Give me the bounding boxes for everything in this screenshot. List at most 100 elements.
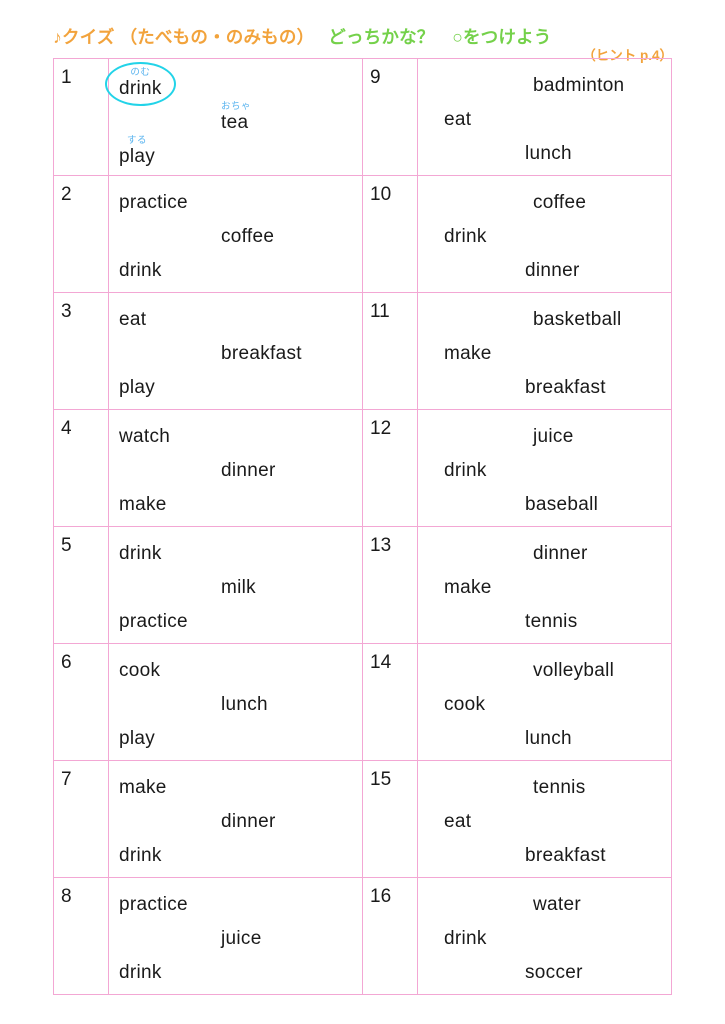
question-number: 7	[61, 769, 72, 790]
word-option[interactable]: water	[533, 895, 581, 915]
option-group: badminton eat lunch	[418, 59, 671, 175]
title-sub-text: どっちかな？ ○をつけよう	[328, 27, 552, 47]
question-number-cell: 6	[53, 643, 109, 761]
question-options-cell: basketball make breakfast	[417, 292, 672, 410]
word-option[interactable]: soccer	[525, 963, 583, 983]
question-number: 4	[61, 418, 72, 439]
word-option[interactable]: dinner	[525, 261, 580, 281]
word-option[interactable]: volleyball	[533, 661, 614, 681]
question-number-cell: 4	[53, 409, 109, 527]
word-option[interactable]: coffee	[533, 193, 586, 213]
word-option[interactable]: のむ drink	[119, 68, 162, 98]
word-option[interactable]: eat	[444, 812, 471, 832]
word-option[interactable]: juice	[533, 427, 574, 447]
word-option[interactable]: drink	[444, 227, 487, 247]
word-option[interactable]: coffee	[221, 227, 274, 247]
word-text: eat	[119, 309, 147, 330]
worksheet-header: ♪クイズ （たべもの・のみもの） どっちかな？ ○をつけよう （ヒント p.4）	[53, 24, 673, 63]
word-text: play	[119, 145, 156, 167]
question-number-cell: 11	[362, 292, 418, 410]
word-text: basketball	[533, 309, 622, 330]
word-text: breakfast	[525, 845, 606, 866]
word-option[interactable]: drink	[119, 963, 162, 983]
question-number-cell: 16	[362, 877, 418, 995]
word-option[interactable]: drink	[444, 929, 487, 949]
word-option[interactable]: make	[119, 778, 167, 798]
option-group: practice coffee drink	[109, 176, 362, 292]
question-options-cell: cook lunch play	[108, 643, 363, 761]
word-option[interactable]: する play	[119, 136, 155, 166]
word-text: tea	[221, 111, 249, 133]
word-option[interactable]: baseball	[525, 495, 598, 515]
word-option[interactable]: dinner	[221, 461, 276, 481]
question-number: 15	[370, 769, 392, 790]
question-number: 1	[61, 67, 72, 88]
word-text: dinner	[221, 811, 276, 832]
question-number: 14	[370, 652, 392, 673]
word-option[interactable]: drink	[119, 544, 162, 564]
word-option[interactable]: cook	[444, 695, 485, 715]
question-options-cell: eat breakfast play	[108, 292, 363, 410]
word-option[interactable]: drink	[119, 846, 162, 866]
word-option[interactable]: dinner	[221, 812, 276, 832]
word-option[interactable]: lunch	[525, 729, 572, 749]
word-option[interactable]: lunch	[525, 144, 572, 164]
word-option[interactable]: drink	[119, 261, 162, 281]
question-number: 8	[61, 886, 72, 907]
word-option[interactable]: watch	[119, 427, 170, 447]
word-option[interactable]: practice	[119, 612, 188, 632]
word-option[interactable]: play	[119, 729, 155, 749]
question-options-cell: badminton eat lunch	[417, 58, 672, 176]
word-option[interactable]: dinner	[533, 544, 588, 564]
table-row: 5 drink milk practice 13 dinner make tennis	[53, 526, 672, 644]
option-group: dinner make tennis	[418, 527, 671, 643]
word-option[interactable]: eat	[444, 110, 471, 130]
word-option[interactable]: eat	[119, 310, 146, 330]
word-option[interactable]: juice	[221, 929, 262, 949]
word-text: tennis	[533, 777, 586, 798]
question-options-cell: coffee drink dinner	[417, 175, 672, 293]
word-option[interactable]: lunch	[221, 695, 268, 715]
word-text: practice	[119, 192, 188, 213]
word-text: watch	[119, 426, 171, 447]
word-option[interactable]: practice	[119, 193, 188, 213]
question-number-cell: 9	[362, 58, 418, 176]
word-option[interactable]: make	[444, 578, 492, 598]
word-text: play	[119, 377, 156, 398]
word-option[interactable]: play	[119, 378, 155, 398]
word-text: volleyball	[533, 660, 615, 681]
word-text: tennis	[525, 611, 578, 632]
word-option[interactable]: tennis	[525, 612, 578, 632]
word-option[interactable]: breakfast	[221, 344, 302, 364]
question-number: 12	[370, 418, 392, 439]
question-number-cell: 5	[53, 526, 109, 644]
table-row: 3 eat breakfast play 11 basketball make breakfa…	[53, 292, 672, 410]
word-option[interactable]: make	[119, 495, 167, 515]
word-option[interactable]: breakfast	[525, 378, 606, 398]
option-group: drink milk practice	[109, 527, 362, 643]
word-text: cook	[444, 694, 486, 715]
word-text: drink	[119, 77, 162, 99]
question-options-cell: practice juice drink	[108, 877, 363, 995]
word-option[interactable]: tennis	[533, 778, 586, 798]
word-option[interactable]: breakfast	[525, 846, 606, 866]
word-option[interactable]: drink	[444, 461, 487, 481]
word-option[interactable]: おちゃ tea	[221, 102, 251, 132]
word-text: eat	[444, 109, 472, 130]
word-text: make	[119, 494, 167, 515]
question-number-cell: 7	[53, 760, 109, 878]
word-text: drink	[444, 460, 487, 481]
word-option[interactable]: milk	[221, 578, 256, 598]
option-group: practice juice drink	[109, 878, 362, 994]
word-option[interactable]: practice	[119, 895, 188, 915]
word-text: dinner	[221, 460, 276, 481]
question-number-cell: 8	[53, 877, 109, 995]
word-option[interactable]: make	[444, 344, 492, 364]
furigana-reading: する	[127, 135, 148, 146]
word-option[interactable]: basketball	[533, 310, 622, 330]
word-option[interactable]: badminton	[533, 76, 624, 96]
word-option[interactable]: cook	[119, 661, 160, 681]
word-text: eat	[444, 811, 472, 832]
word-text: practice	[119, 611, 188, 632]
question-options-cell: watch dinner make	[108, 409, 363, 527]
